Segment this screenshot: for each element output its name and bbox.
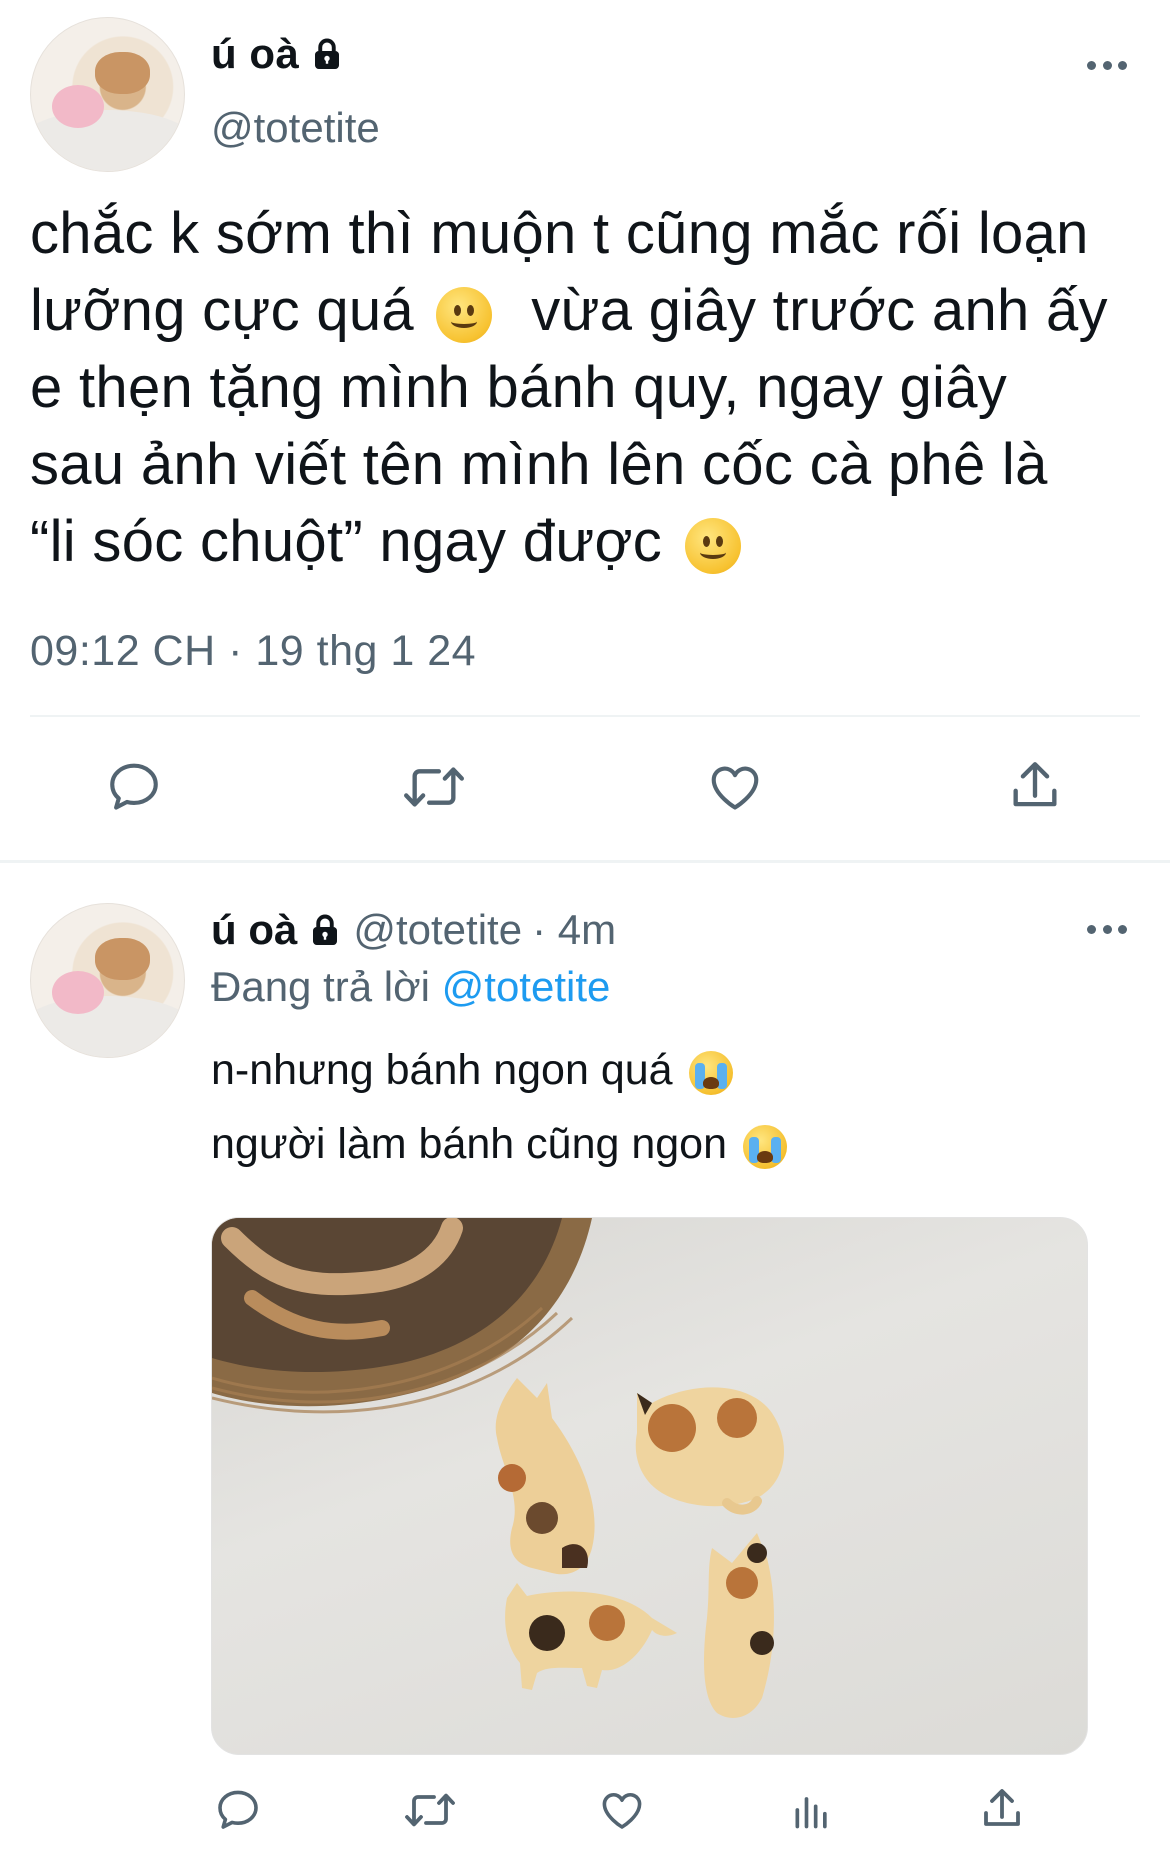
avatar-blanket xyxy=(31,995,184,1057)
like-icon[interactable] xyxy=(704,758,766,816)
avatar[interactable] xyxy=(30,17,185,172)
reply-icon[interactable] xyxy=(214,1786,262,1834)
tweet-text-line: lưỡng cực quá xyxy=(30,278,414,343)
replying-mention[interactable]: @totetite xyxy=(442,963,611,1010)
section-divider xyxy=(0,860,1170,863)
tweet-text: chắc k sớm thì muộn t cũng mắc rối loạn … xyxy=(30,195,1170,580)
reply-avatar[interactable] xyxy=(30,903,185,1058)
retweet-icon[interactable] xyxy=(400,758,468,816)
tweet-text-line: sau ảnh viết tên mình lên cốc cà phê là xyxy=(30,432,1048,497)
tweet-text-line: “li sóc chuột” ngay được xyxy=(30,509,663,574)
more-icon[interactable] xyxy=(1087,58,1127,72)
reply-text: n-nhưng bánh ngon quá xyxy=(211,1046,673,1094)
lock-icon xyxy=(315,38,340,69)
reply-text: người làm bánh cũng ngon xyxy=(211,1120,727,1168)
cat-cookies-image xyxy=(212,1218,784,1718)
share-icon[interactable] xyxy=(1006,755,1064,817)
avatar-dog-face xyxy=(95,51,151,95)
display-name-text[interactable]: ú oà xyxy=(211,30,299,78)
slightly-smiling-face-icon xyxy=(436,286,493,343)
avatar-dog-face xyxy=(95,937,151,981)
loudly-crying-face-icon xyxy=(742,1124,787,1169)
analytics-icon[interactable] xyxy=(790,1786,834,1834)
reply-handle[interactable]: @totetite xyxy=(353,906,522,954)
cat-cookie xyxy=(505,1583,677,1690)
media-photo[interactable] xyxy=(211,1217,1088,1755)
share-icon[interactable] xyxy=(978,1784,1026,1834)
cat-cookie xyxy=(704,1533,774,1718)
lock-icon xyxy=(313,914,338,945)
retweet-icon[interactable] xyxy=(402,1786,458,1834)
display-name[interactable]: ú oà xyxy=(211,30,345,78)
avatar-blanket xyxy=(31,109,184,171)
tweet-timestamp[interactable]: 09:12 CH · 19 thg 1 24 xyxy=(30,627,476,676)
replying-to: Đang trả lời @totetite xyxy=(211,963,610,1011)
reply-display-name[interactable]: ú oà xyxy=(211,906,297,954)
main-tweet: ú oà @totetite chắc k sớm thì muộn t cũn… xyxy=(0,0,1170,860)
reply-header: ú oà @totetite · 4m xyxy=(211,906,616,954)
divider xyxy=(30,715,1140,717)
reply-age: · 4m xyxy=(532,906,617,953)
tweet-text-line: chắc k sớm thì muộn t cũng mắc rối loạn xyxy=(30,201,1089,266)
reply-text-line: n-nhưng bánh ngon quá xyxy=(211,1046,733,1095)
more-icon[interactable] xyxy=(1087,922,1127,936)
slightly-smiling-face-icon xyxy=(684,517,741,574)
like-icon[interactable] xyxy=(597,1786,647,1834)
loudly-crying-face-icon xyxy=(688,1050,733,1095)
replying-prefix: Đang trả lời xyxy=(211,963,430,1010)
tweet-text-line: vừa giây trước anh ấy xyxy=(531,278,1108,343)
reply-text-line: người làm bánh cũng ngon xyxy=(211,1120,787,1169)
cat-cookie xyxy=(635,1387,784,1515)
cat-cookie xyxy=(495,1378,595,1575)
reply-icon[interactable] xyxy=(105,758,163,816)
user-handle[interactable]: @totetite xyxy=(211,104,380,152)
tweet-text-line: e thẹn tặng mình bánh quy, ngay giây xyxy=(30,355,1008,420)
tweet-thread-screen: ú oà @totetite chắc k sớm thì muộn t cũn… xyxy=(0,0,1170,1852)
